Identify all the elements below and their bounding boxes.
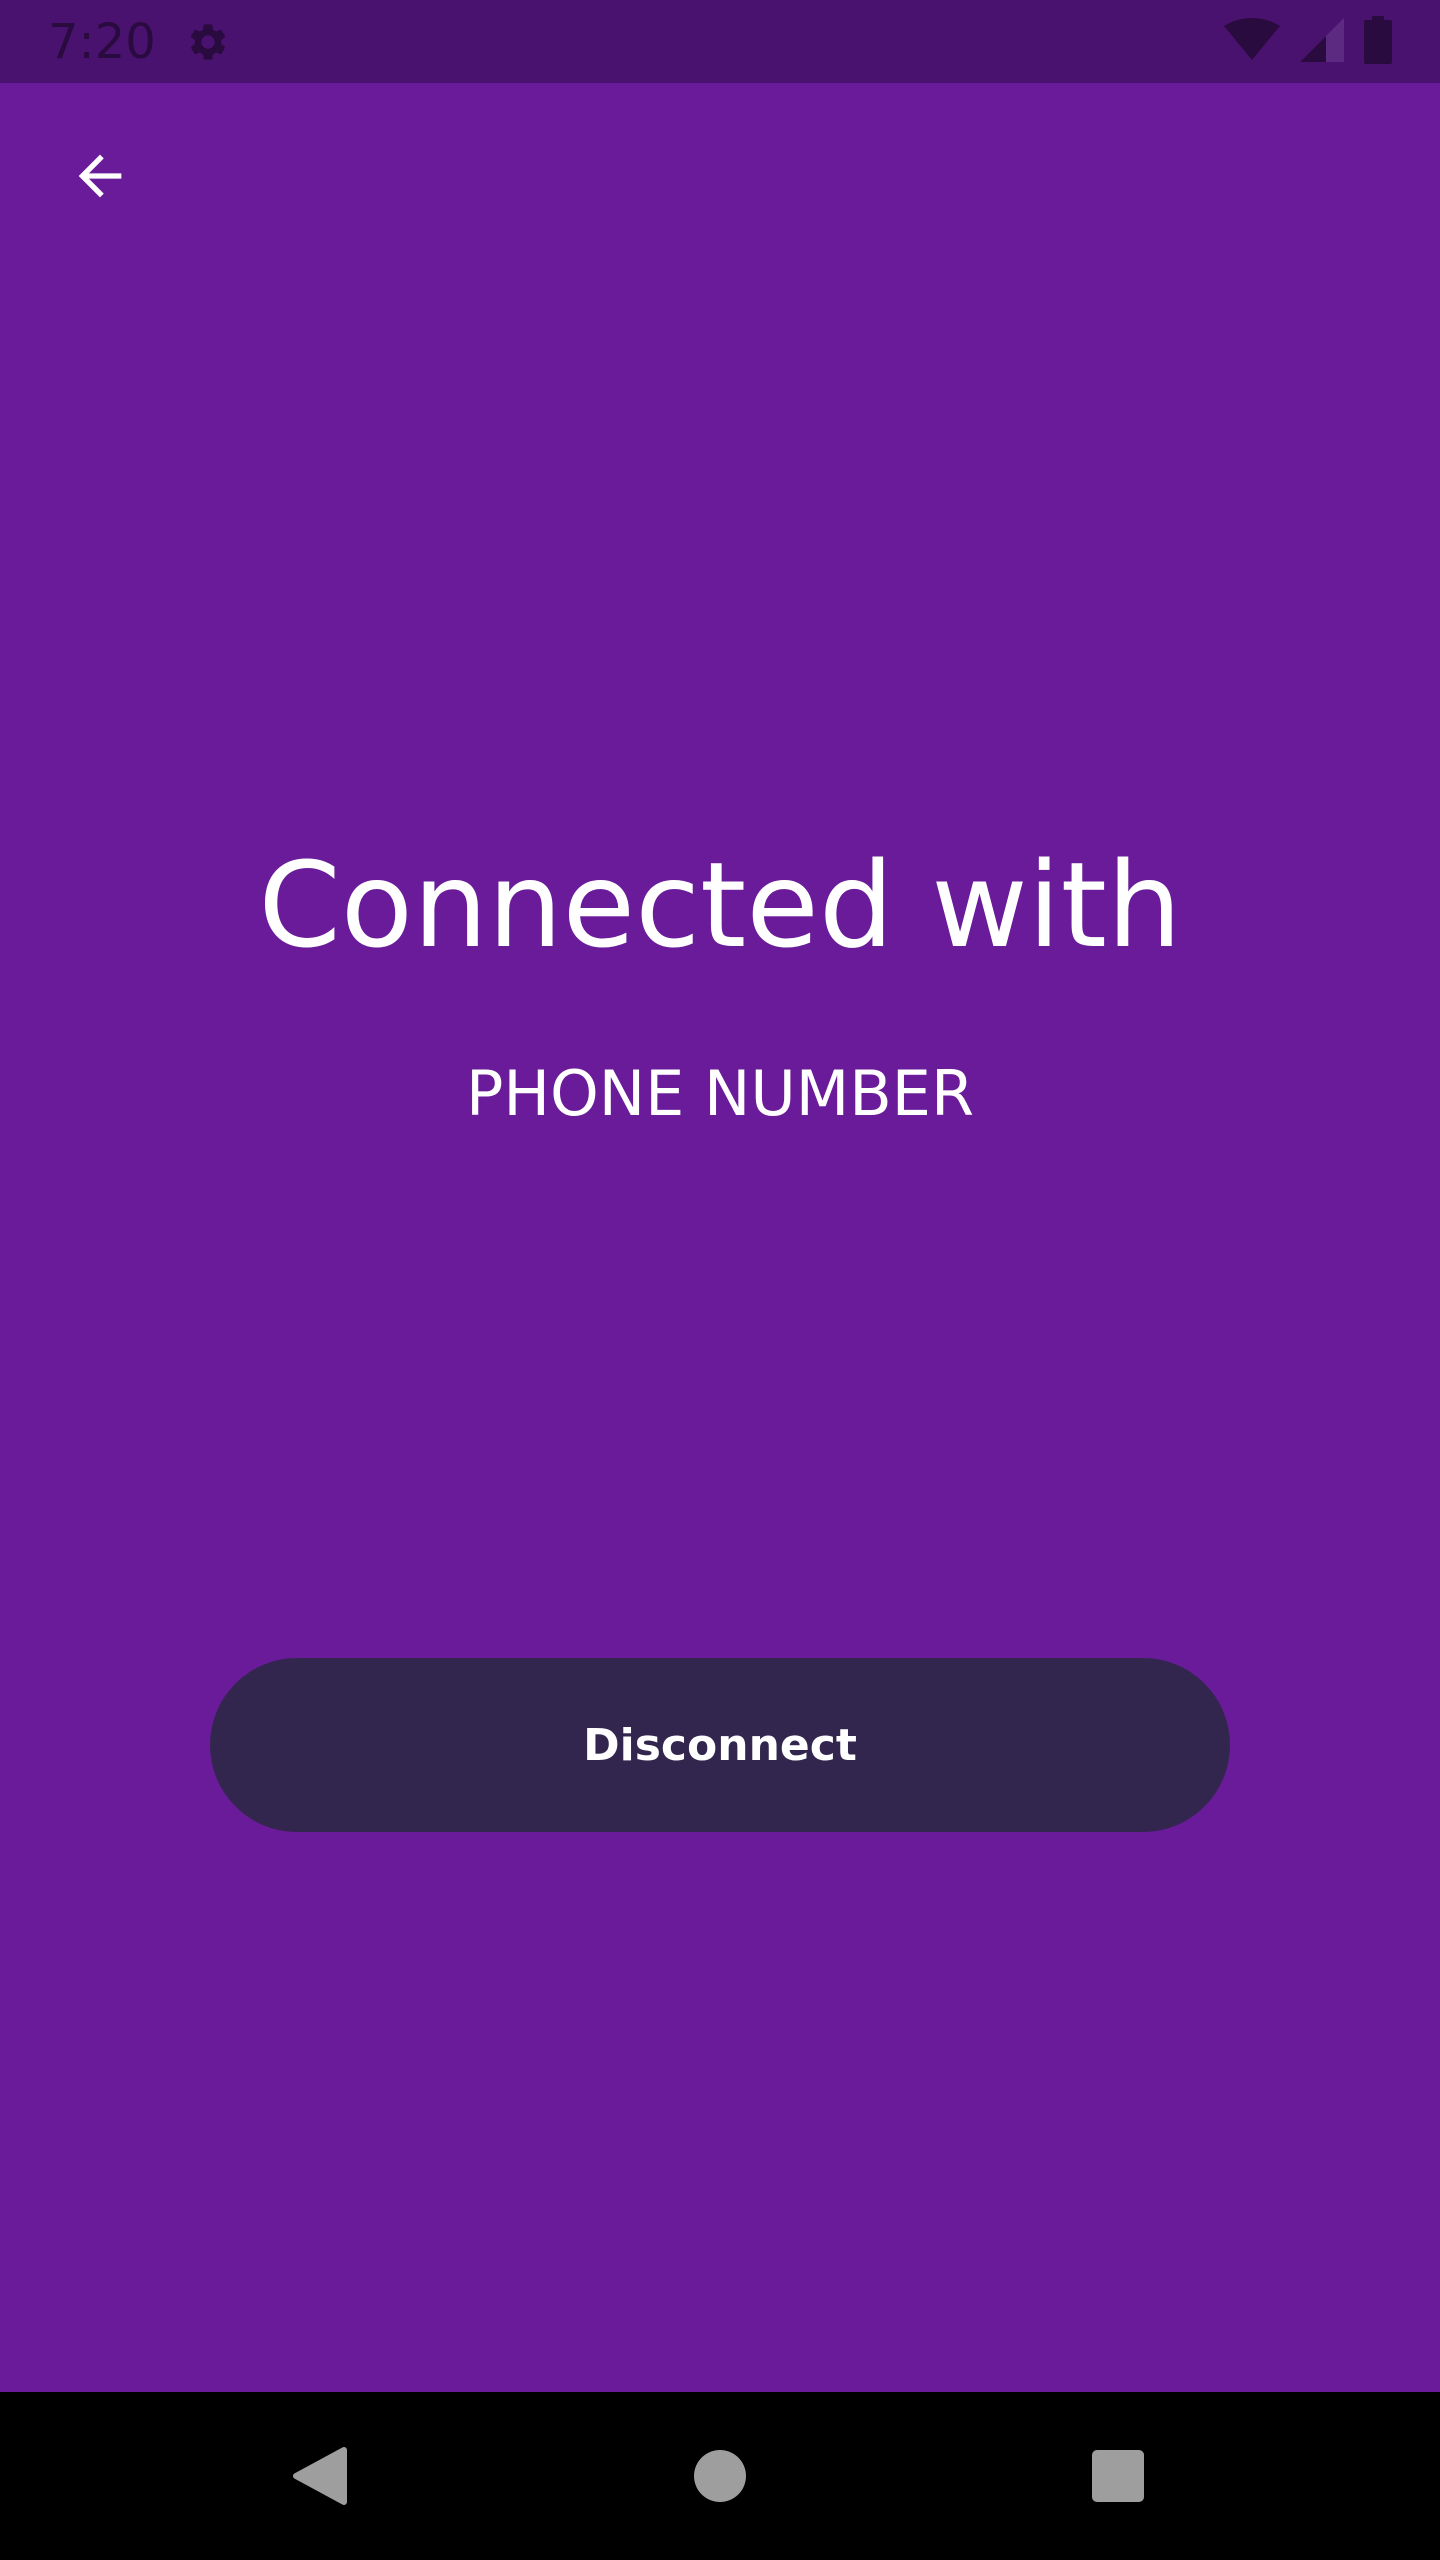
nav-back-icon[interactable] <box>288 2446 348 2506</box>
gear-icon <box>186 20 230 64</box>
disconnect-button[interactable]: Disconnect <box>210 1658 1230 1832</box>
back-button[interactable] <box>52 130 148 226</box>
signal-icon <box>1300 18 1344 66</box>
status-time: 7:20 <box>48 14 156 70</box>
arrow-back-icon <box>68 144 132 212</box>
status-bar: 7:20 <box>0 0 1440 83</box>
nav-recents-icon[interactable] <box>1092 2450 1144 2502</box>
battery-icon <box>1364 16 1392 68</box>
connected-screen: 7:20 Connected with PHONE NUMBER Disconn… <box>0 0 1440 2560</box>
phone-number-label: PHONE NUMBER <box>465 1057 975 1130</box>
wifi-icon <box>1224 18 1280 66</box>
page-title: Connected with <box>258 836 1182 974</box>
system-nav-bar <box>0 2392 1440 2560</box>
status-icons <box>1224 16 1392 68</box>
nav-home-icon[interactable] <box>694 2450 746 2502</box>
